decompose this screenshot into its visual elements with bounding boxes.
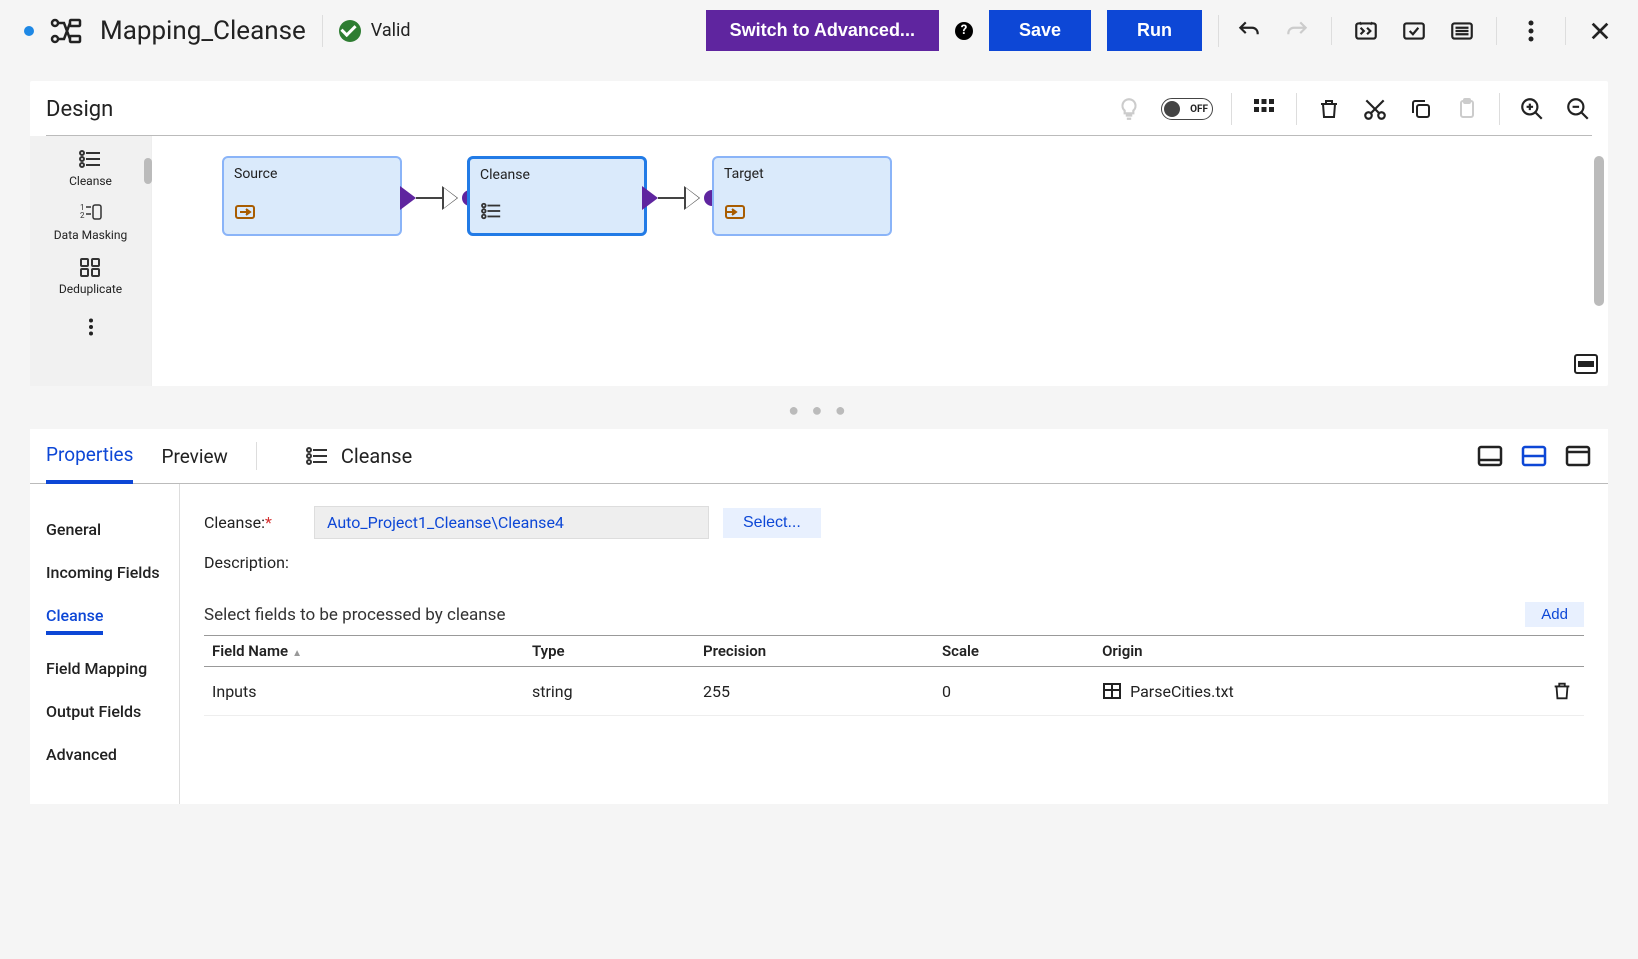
valid-check-icon: [339, 20, 361, 42]
divider: [1296, 93, 1297, 125]
fields-section-label: Select fields to be processed by cleanse: [204, 605, 505, 625]
layout-single-icon[interactable]: [1476, 442, 1504, 470]
titlebar-toolbar: [1235, 17, 1614, 45]
switch-advanced-button[interactable]: Switch to Advanced...: [706, 10, 939, 51]
paste-icon: [1453, 95, 1481, 123]
palette-more-icon[interactable]: [30, 306, 151, 348]
divider: [256, 442, 257, 470]
mapping-icon: [50, 17, 84, 45]
cell-type: string: [524, 667, 695, 716]
properties-tabs: Properties Preview Cleanse: [30, 429, 1608, 484]
target-icon: [724, 202, 746, 226]
cell-origin: ParseCities.txt: [1094, 667, 1540, 716]
design-toolbar: OFF: [1115, 93, 1592, 125]
col-origin[interactable]: Origin: [1094, 636, 1540, 667]
tab-properties[interactable]: Properties: [46, 429, 133, 484]
run-button[interactable]: Run: [1107, 10, 1202, 51]
svg-text:2: 2: [80, 211, 85, 220]
col-field-name[interactable]: Field Name▲: [204, 636, 524, 667]
splitter[interactable]: ● ● ●: [0, 396, 1638, 425]
cleanse-asset-field: Auto_Project1_Cleanse\Cleanse4: [314, 506, 709, 539]
properties-panel: Properties Preview Cleanse Ge: [30, 429, 1608, 804]
divider: [322, 15, 323, 47]
layout-controls: [1476, 442, 1592, 470]
sidenav-field-mapping[interactable]: Field Mapping: [46, 647, 179, 690]
cleanse-field-label: Cleanse:*: [204, 513, 314, 532]
copy-icon[interactable]: [1407, 95, 1435, 123]
palette-scrollbar[interactable]: [144, 158, 152, 184]
select-button[interactable]: Select...: [723, 508, 821, 538]
description-label: Description:: [204, 553, 314, 572]
properties-sidenav: General Incoming Fields Cleanse Field Ma…: [30, 484, 180, 804]
layout-full-icon[interactable]: [1564, 442, 1592, 470]
palette-deduplicate[interactable]: Deduplicate: [30, 252, 151, 306]
grid-icon[interactable]: [1250, 95, 1278, 123]
table-file-icon: [1102, 682, 1122, 700]
redo-icon: [1283, 17, 1311, 45]
valid-status: Valid: [339, 20, 411, 42]
col-type[interactable]: Type: [524, 636, 695, 667]
sidenav-advanced[interactable]: Advanced: [46, 733, 179, 776]
cleanse-icon: [480, 201, 504, 225]
unsaved-indicator: [24, 26, 34, 36]
transformation-palette: Cleanse 12 Data Masking Deduplicate: [30, 136, 152, 386]
cell-field-name: Inputs: [204, 667, 524, 716]
divider: [1218, 15, 1219, 47]
palette-cleanse[interactable]: Cleanse: [30, 144, 151, 198]
parameters-icon[interactable]: [1352, 17, 1380, 45]
autolink-toggle[interactable]: OFF: [1161, 98, 1213, 120]
zoom-out-icon[interactable]: [1564, 95, 1592, 123]
cell-scale: 0: [934, 667, 1094, 716]
node-cleanse[interactable]: Cleanse: [467, 156, 647, 236]
tab-preview[interactable]: Preview: [161, 431, 227, 482]
design-panel: Design OFF: [30, 81, 1608, 386]
sidenav-cleanse[interactable]: Cleanse: [46, 606, 103, 635]
properties-content: Cleanse:* Auto_Project1_Cleanse\Cleanse4…: [180, 484, 1608, 804]
col-precision[interactable]: Precision: [695, 636, 934, 667]
divider: [1331, 17, 1332, 45]
delete-icon[interactable]: [1315, 95, 1343, 123]
delete-row-icon[interactable]: [1548, 677, 1576, 705]
mapping-title: Mapping_Cleanse: [100, 16, 306, 46]
zoom-in-icon[interactable]: [1518, 95, 1546, 123]
divider: [1231, 93, 1232, 125]
table-row[interactable]: Inputs string 255 0 ParseCities.txt: [204, 667, 1584, 716]
node-source[interactable]: Source: [222, 156, 402, 236]
design-canvas[interactable]: Source Cleanse: [152, 136, 1608, 386]
close-icon[interactable]: [1586, 17, 1614, 45]
fields-table: Field Name▲ Type Precision Scale Origin …: [204, 635, 1584, 716]
node-target[interactable]: Target: [712, 156, 892, 236]
source-icon: [234, 202, 256, 226]
validate-icon[interactable]: [1400, 17, 1428, 45]
add-button[interactable]: Add: [1525, 602, 1584, 627]
divider: [1499, 93, 1500, 125]
more-icon[interactable]: [1517, 17, 1545, 45]
divider: [1565, 17, 1566, 45]
connector: [642, 186, 720, 210]
palette-data-masking[interactable]: 12 Data Masking: [30, 198, 151, 252]
minimap-icon[interactable]: [1572, 350, 1600, 378]
divider: [1496, 17, 1497, 45]
cut-icon[interactable]: [1361, 95, 1389, 123]
settings-icon[interactable]: [1448, 17, 1476, 45]
col-scale[interactable]: Scale: [934, 636, 1094, 667]
hint-icon[interactable]: [1115, 95, 1143, 123]
help-icon[interactable]: ?: [955, 22, 973, 40]
design-title: Design: [46, 97, 113, 122]
canvas-scrollbar[interactable]: [1594, 156, 1604, 306]
undo-icon[interactable]: [1235, 17, 1263, 45]
sidenav-output-fields[interactable]: Output Fields: [46, 690, 179, 733]
sidenav-general[interactable]: General: [46, 508, 179, 551]
cell-precision: 255: [695, 667, 934, 716]
sidenav-incoming-fields[interactable]: Incoming Fields: [46, 551, 179, 594]
valid-label: Valid: [371, 20, 411, 41]
layout-split-icon[interactable]: [1520, 442, 1548, 470]
tab-transformation-label: Cleanse: [305, 444, 412, 468]
title-bar: Mapping_Cleanse Valid Switch to Advanced…: [0, 0, 1638, 61]
save-button[interactable]: Save: [989, 10, 1091, 51]
